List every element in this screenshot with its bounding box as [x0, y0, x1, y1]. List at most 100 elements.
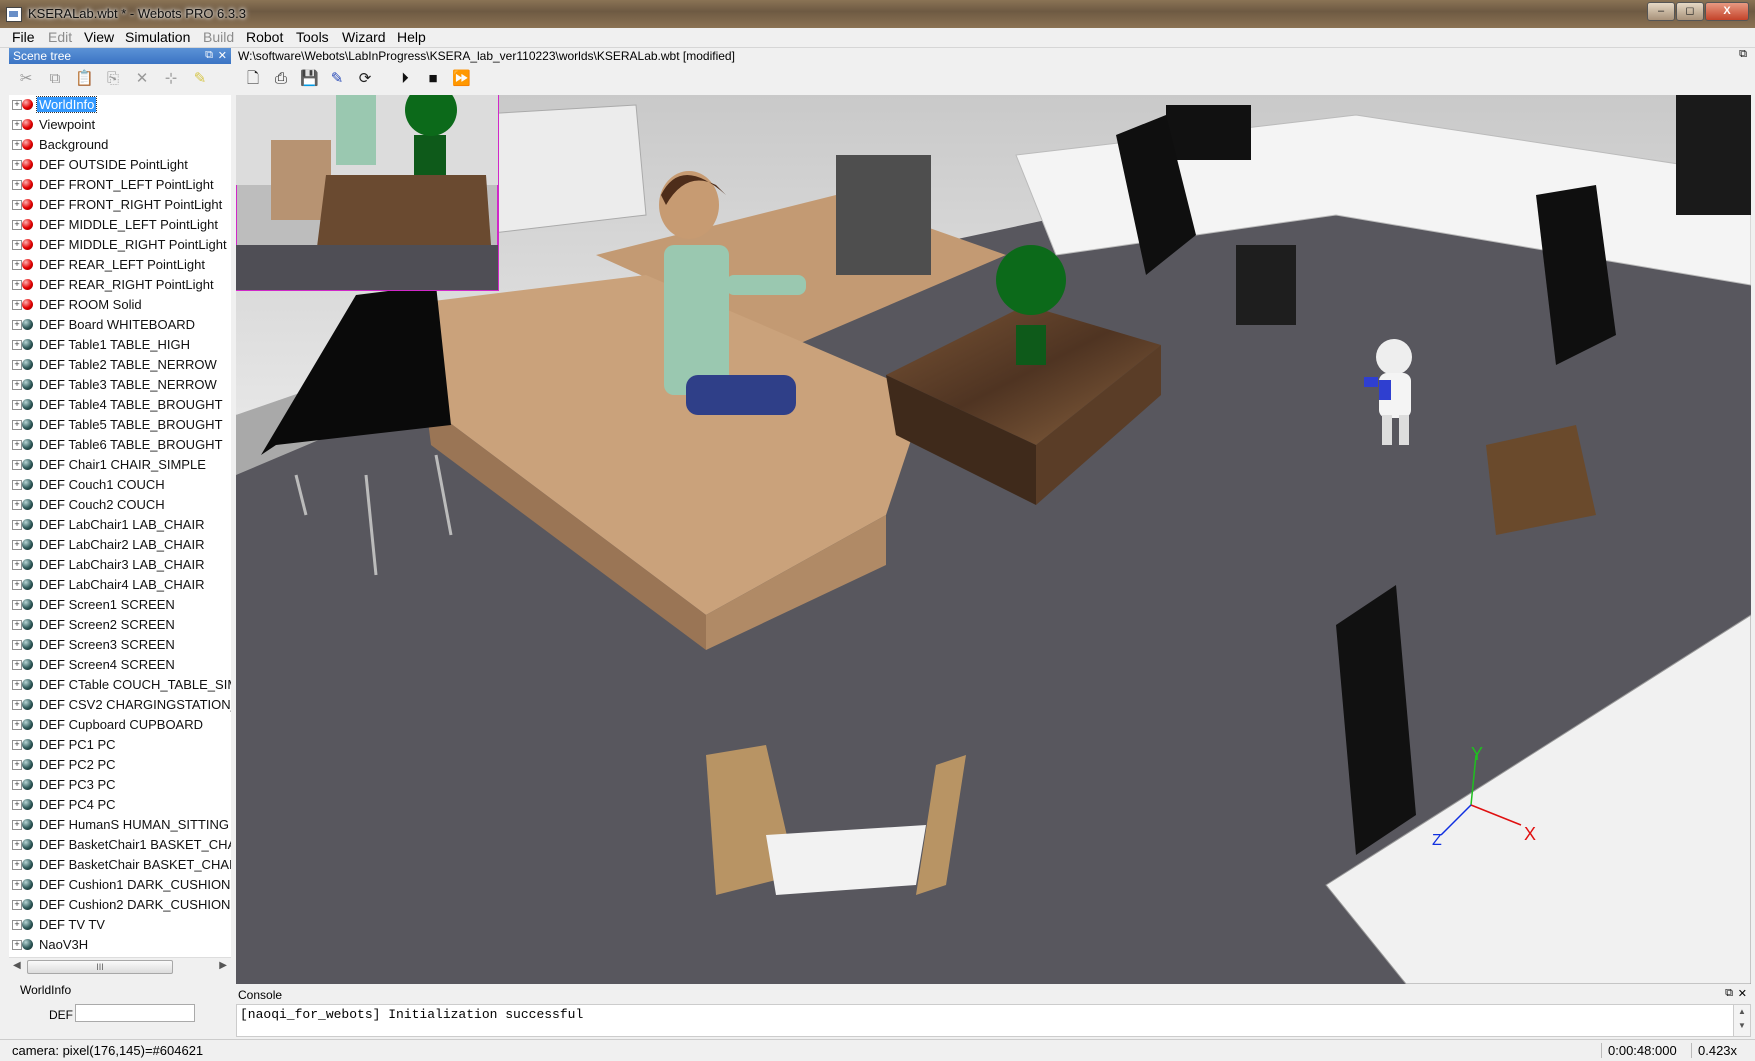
scene-tree-node[interactable]: + DEF Screen4 SCREEN [9, 655, 231, 675]
scene-tree-node[interactable]: + DEF MIDDLE_LEFT PointLight [9, 215, 231, 235]
scene-tree-node[interactable]: + DEF LabChair2 LAB_CHAIR [9, 535, 231, 555]
scene-tree-node[interactable]: + DEF Table5 TABLE_BROUGHT [9, 415, 231, 435]
expand-icon[interactable]: + [12, 520, 22, 530]
scene-tree-node[interactable]: + Viewpoint [9, 115, 231, 135]
scene-tree-node[interactable]: + DEF Screen2 SCREEN [9, 615, 231, 635]
scene-tree-node[interactable]: + DEF Chair1 CHAIR_SIMPLE [9, 455, 231, 475]
expand-icon[interactable]: + [12, 700, 22, 710]
menu-wizard[interactable]: Wizard [342, 29, 386, 45]
expand-icon[interactable]: + [12, 220, 22, 230]
menu-edit[interactable]: Edit [48, 29, 72, 45]
scene-tree-node[interactable]: + DEF TV TV [9, 915, 231, 935]
expand-icon[interactable]: + [12, 340, 22, 350]
scene-tree-node[interactable]: + DEF Table1 TABLE_HIGH [9, 335, 231, 355]
expand-icon[interactable]: + [12, 480, 22, 490]
expand-icon[interactable]: + [12, 560, 22, 570]
revert-icon[interactable]: ⟳ [356, 70, 374, 88]
scrollbar-thumb[interactable]: III [27, 960, 173, 974]
minimize-button[interactable]: – [1647, 2, 1675, 21]
console-scrollbar[interactable]: ▲ ▼ [1733, 1004, 1751, 1037]
expand-icon[interactable]: + [12, 880, 22, 890]
expand-icon[interactable]: + [12, 680, 22, 690]
scroll-left-icon[interactable]: ◀ [13, 960, 21, 971]
help-icon[interactable]: ✎ [191, 70, 209, 88]
console-output[interactable]: [naoqi_for_webots] Initialization succes… [236, 1004, 1735, 1037]
expand-icon[interactable]: + [12, 320, 22, 330]
paste-icon[interactable]: 📋 [75, 70, 94, 88]
world-view-float-button[interactable]: ⧉ [1739, 48, 1747, 61]
expand-icon[interactable]: + [12, 100, 22, 110]
scene-tree-node[interactable]: + DEF Cushion1 DARK_CUSHION [9, 875, 231, 895]
expand-icon[interactable]: + [12, 820, 22, 830]
menu-file[interactable]: File [12, 29, 35, 45]
menu-help[interactable]: Help [397, 29, 426, 45]
scene-tree-node[interactable]: + DEF Board WHITEBOARD [9, 315, 231, 335]
expand-icon[interactable]: + [12, 380, 22, 390]
scene-tree-node[interactable]: + DEF Table3 TABLE_NERROW [9, 375, 231, 395]
save-as-icon[interactable]: ✎ [328, 70, 346, 88]
scene-tree-node[interactable]: + DEF FRONT_RIGHT PointLight [9, 195, 231, 215]
expand-icon[interactable]: + [12, 360, 22, 370]
close-button[interactable]: X [1705, 2, 1749, 21]
scene-tree-node[interactable]: + DEF REAR_LEFT PointLight [9, 255, 231, 275]
scene-tree-node[interactable]: + DEF OUTSIDE PointLight [9, 155, 231, 175]
scene-tree-node[interactable]: + DEF LabChair3 LAB_CHAIR [9, 555, 231, 575]
cut-icon[interactable]: ✂ [17, 70, 35, 88]
scene-tree-node[interactable]: + DEF BasketChair1 BASKET_CHA [9, 835, 231, 855]
expand-icon[interactable]: + [12, 440, 22, 450]
menu-robot[interactable]: Robot [246, 29, 283, 45]
scene-tree-node[interactable]: + DEF PC4 PC [9, 795, 231, 815]
expand-icon[interactable]: + [12, 900, 22, 910]
run-icon[interactable]: ⏩ [452, 70, 471, 88]
scene-tree-node[interactable]: + DEF PC2 PC [9, 755, 231, 775]
expand-icon[interactable]: + [12, 640, 22, 650]
expand-icon[interactable]: + [12, 860, 22, 870]
scene-tree-scrollbar[interactable]: ◀ III ▶ [9, 957, 231, 975]
console-close-button[interactable]: ✕ [1738, 987, 1747, 1000]
expand-icon[interactable]: + [12, 240, 22, 250]
reset-icon[interactable]: ⊹ [162, 70, 180, 88]
expand-icon[interactable]: + [12, 180, 22, 190]
scene-tree-float-button[interactable]: ⧉ [205, 49, 213, 62]
open-world-icon[interactable]: ⎙ [272, 70, 290, 88]
scroll-right-icon[interactable]: ▶ [219, 960, 227, 971]
expand-icon[interactable]: + [12, 540, 22, 550]
scene-tree-node[interactable]: + WorldInfo [9, 95, 231, 115]
camera-inset[interactable] [236, 95, 499, 291]
scene-tree-node[interactable]: + DEF REAR_RIGHT PointLight [9, 275, 231, 295]
expand-icon[interactable]: + [12, 840, 22, 850]
expand-icon[interactable]: + [12, 580, 22, 590]
scene-tree-node[interactable]: + NaoV3H [9, 935, 231, 955]
new-world-icon[interactable]: 🗋 [244, 70, 262, 88]
expand-icon[interactable]: + [12, 620, 22, 630]
scene-tree-node[interactable]: + DEF FRONT_LEFT PointLight [9, 175, 231, 195]
scene-tree-close-button[interactable]: ✕ [218, 49, 227, 62]
expand-icon[interactable]: + [12, 140, 22, 150]
expand-icon[interactable]: + [12, 760, 22, 770]
scene-tree-node[interactable]: + Background [9, 135, 231, 155]
3d-viewport[interactable]: Y X Z [236, 95, 1751, 984]
maximize-button[interactable]: ◻ [1676, 2, 1704, 21]
scene-tree-node[interactable]: + DEF ROOM Solid [9, 295, 231, 315]
menu-simulation[interactable]: Simulation [125, 29, 190, 45]
scene-tree-node[interactable]: + DEF Couch1 COUCH [9, 475, 231, 495]
scene-tree-node[interactable]: + DEF PC1 PC [9, 735, 231, 755]
scene-tree-node[interactable]: + DEF Cushion2 DARK_CUSHION [9, 895, 231, 915]
scene-tree-node[interactable]: + DEF PC3 PC [9, 775, 231, 795]
expand-icon[interactable]: + [12, 740, 22, 750]
scene-tree-node[interactable]: + DEF Cupboard CUPBOARD [9, 715, 231, 735]
expand-icon[interactable]: + [12, 940, 22, 950]
def-field[interactable] [75, 1004, 195, 1022]
stop-icon[interactable]: ■ [424, 70, 442, 88]
expand-icon[interactable]: + [12, 300, 22, 310]
scene-tree-node[interactable]: + DEF Couch2 COUCH [9, 495, 231, 515]
expand-icon[interactable]: + [12, 660, 22, 670]
paste-after-icon[interactable]: ⎘ [104, 70, 122, 88]
scene-tree-node[interactable]: + DEF Screen1 SCREEN [9, 595, 231, 615]
scene-tree-node[interactable]: + DEF Table4 TABLE_BROUGHT [9, 395, 231, 415]
menu-tools[interactable]: Tools [296, 29, 329, 45]
menu-view[interactable]: View [84, 29, 114, 45]
scene-tree-node[interactable]: + DEF MIDDLE_RIGHT PointLight [9, 235, 231, 255]
expand-icon[interactable]: + [12, 800, 22, 810]
scene-tree-node[interactable]: + DEF LabChair4 LAB_CHAIR [9, 575, 231, 595]
